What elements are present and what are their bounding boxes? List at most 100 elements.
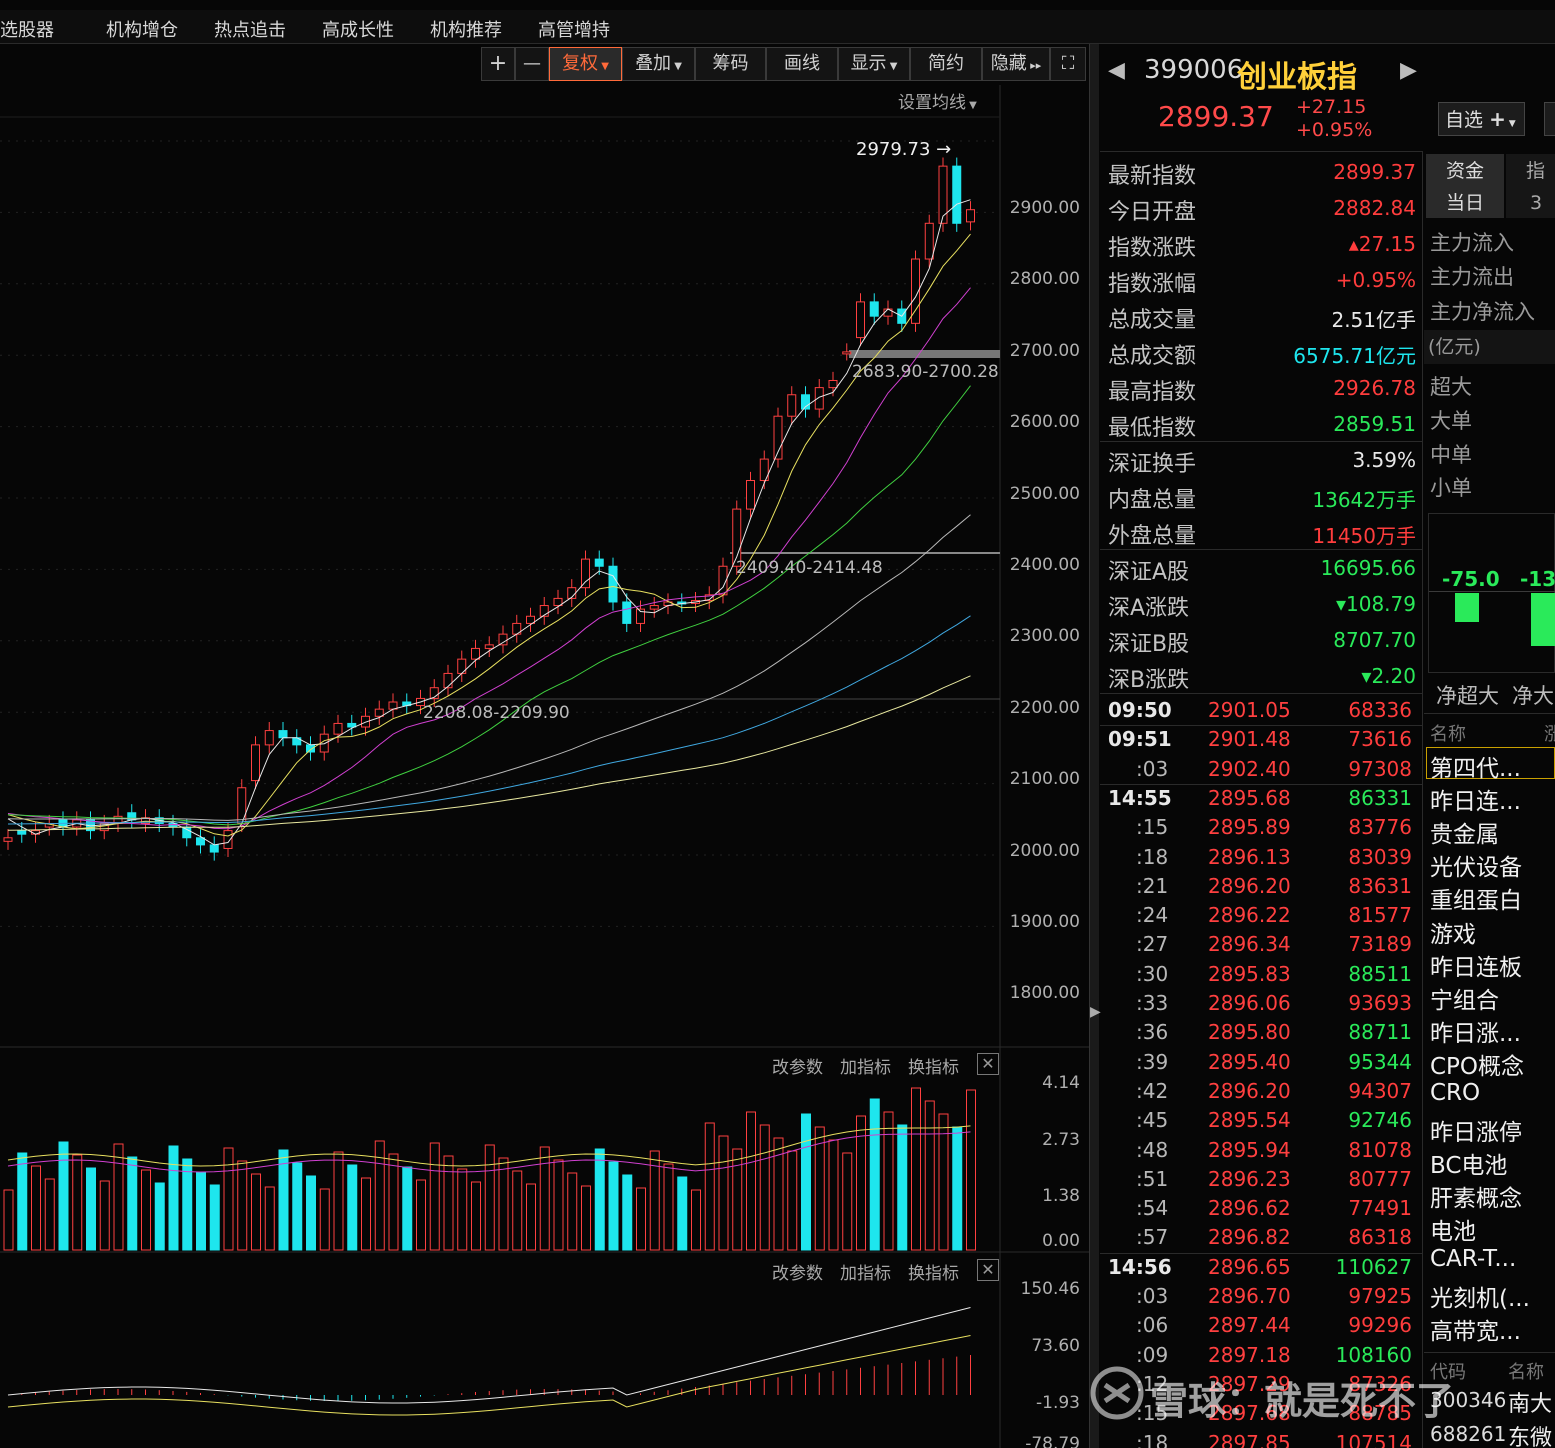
tab-3day[interactable]: 3日 <box>1506 188 1555 218</box>
sector-item[interactable]: CRO <box>1430 1080 1480 1106</box>
volume-bar <box>44 1178 55 1251</box>
tick-row[interactable]: :36 2895.80 88711 <box>1100 1018 1420 1047</box>
prev-stock-icon[interactable]: ◀ <box>1108 58 1125 83</box>
sector-item[interactable]: 光伏设备 <box>1430 848 1522 882</box>
tick-row[interactable]: :21 2896.20 83631 <box>1100 872 1420 901</box>
sector-item[interactable]: 昨日涨... <box>1430 1014 1521 1048</box>
kline-chart[interactable] <box>0 85 1090 1448</box>
more-button[interactable] <box>1544 102 1555 136</box>
tick-volume: 97308 <box>1348 756 1412 781</box>
tick-time: :21 <box>1136 873 1169 898</box>
tick-row[interactable]: :30 2895.83 88511 <box>1100 960 1420 989</box>
tick-row[interactable]: :06 2897.44 99296 <box>1100 1311 1420 1340</box>
sector-item[interactable]: 昨日涨停 <box>1430 1113 1522 1147</box>
vol-add-indicator[interactable]: 加指标 <box>840 1053 891 1078</box>
fuquan-button[interactable]: 复权 ▼ <box>549 47 622 81</box>
nav-item[interactable]: 选股器 <box>0 16 54 42</box>
macd-add-indicator[interactable]: 加指标 <box>840 1259 891 1284</box>
tick-time: :27 <box>1136 932 1169 957</box>
sector-item[interactable]: 宁组合 <box>1430 981 1499 1015</box>
tick-row[interactable]: :24 2896.22 81577 <box>1100 901 1420 930</box>
tab-index[interactable]: 指数 <box>1506 154 1555 188</box>
volume-bar <box>58 1141 69 1251</box>
macd-change-params[interactable]: 改参数 <box>772 1259 823 1284</box>
sector-header-name[interactable]: 名称 <box>1430 720 1466 746</box>
tick-row[interactable]: :33 2896.06 93693 <box>1100 989 1420 1018</box>
sector-item[interactable]: 昨日连板 <box>1430 948 1522 982</box>
sector-item[interactable]: 光刻机(... <box>1430 1279 1530 1313</box>
xianshi-button[interactable]: 显示 ▼ <box>838 47 910 81</box>
chouma-button[interactable]: 筹码 <box>695 47 766 81</box>
tick-row[interactable]: :42 2896.20 94307 <box>1100 1077 1420 1106</box>
tick-row[interactable]: :45 2895.54 92746 <box>1100 1106 1420 1135</box>
nav-item[interactable]: 机构推荐 <box>430 16 502 42</box>
panel-splitter[interactable] <box>1089 44 1099 1448</box>
nav-item[interactable]: 高成长性 <box>322 16 394 42</box>
sector-item[interactable]: 重组蛋白 <box>1430 881 1522 915</box>
fullscreen-icon[interactable]: ⛶ <box>1050 47 1086 81</box>
sector-item[interactable]: 高带宽... <box>1430 1312 1521 1346</box>
tick-row[interactable]: 09:50 2901.05 68336 <box>1100 696 1420 725</box>
close-icon[interactable]: ✕ <box>977 1259 999 1281</box>
tab-today[interactable]: 当日 <box>1426 188 1504 218</box>
tick-price: 2895.94 <box>1208 1137 1291 1162</box>
double-arrow-icon: ▸▸ <box>1026 59 1042 72</box>
tab-fund[interactable]: 资金 <box>1426 154 1504 188</box>
stock-name[interactable]: 南大 <box>1508 1386 1552 1418</box>
tick-row[interactable]: :39 2895.40 95344 <box>1100 1048 1420 1077</box>
info-label: 深证A股 <box>1108 560 1190 585</box>
tick-row[interactable]: 09:51 2901.48 73616 <box>1100 725 1420 754</box>
sector-item[interactable]: CPO概念 <box>1430 1047 1524 1081</box>
volume-bar <box>938 1113 949 1251</box>
macd-switch-indicator[interactable]: 换指标 <box>908 1259 959 1284</box>
nav-item[interactable]: 高管增持 <box>538 16 610 42</box>
add-watchlist-button[interactable]: 自选 + ▼ <box>1438 102 1525 136</box>
tick-price: 2902.40 <box>1208 756 1291 781</box>
volume-bar <box>608 1161 619 1251</box>
jianyue-button[interactable]: 简约 <box>910 47 982 81</box>
tick-row[interactable]: :54 2896.62 77491 <box>1100 1194 1420 1223</box>
sector-header-change[interactable]: 涨 <box>1544 720 1555 746</box>
tick-row[interactable]: :03 2896.70 97925 <box>1100 1282 1420 1311</box>
sector-item[interactable]: 第四代... <box>1430 749 1521 783</box>
sector-item[interactable]: 肝素概念 <box>1430 1179 1522 1213</box>
sector-item[interactable]: 昨日连... <box>1430 782 1521 816</box>
sector-item[interactable]: 电池 <box>1430 1212 1476 1246</box>
tick-row[interactable]: :27 2896.34 73189 <box>1100 930 1420 959</box>
volume-bar <box>237 1160 248 1251</box>
tick-row[interactable]: :18 2897.85 107514 <box>1100 1429 1420 1448</box>
next-stock-icon[interactable]: ▶ <box>1400 58 1417 83</box>
tick-row[interactable]: 14:56 2896.65 110627 <box>1100 1253 1420 1282</box>
tick-row[interactable]: 14:55 2895.68 86331 <box>1100 784 1420 813</box>
sector-item[interactable]: CAR-T... <box>1430 1246 1516 1272</box>
sector-item[interactable]: 游戏 <box>1430 915 1476 949</box>
yincang-button[interactable]: 隐藏 ▸▸ <box>982 47 1050 81</box>
nav-item[interactable]: 热点追击 <box>214 16 286 42</box>
nav-item[interactable]: 机构增仓 <box>106 16 178 42</box>
sector-item[interactable]: BC电池 <box>1430 1146 1507 1180</box>
vol-switch-indicator[interactable]: 换指标 <box>908 1053 959 1078</box>
tick-time: 09:50 <box>1108 698 1172 722</box>
volume-bar <box>746 1111 756 1251</box>
tick-row[interactable]: :03 2902.40 97308 <box>1100 755 1420 784</box>
stock-name[interactable]: 东微 <box>1508 1420 1552 1448</box>
huaxian-button[interactable]: 画线 <box>766 47 838 81</box>
tick-row[interactable]: :15 2895.89 83776 <box>1100 813 1420 842</box>
tick-row[interactable]: :48 2895.94 81078 <box>1100 1136 1420 1165</box>
stock-header-name[interactable]: 名称 <box>1508 1358 1544 1384</box>
close-icon[interactable]: ✕ <box>977 1053 999 1075</box>
vol-change-params[interactable]: 改参数 <box>772 1053 823 1078</box>
diejia-button[interactable]: 叠加 ▼ <box>622 47 695 81</box>
tick-row[interactable]: :57 2896.82 86318 <box>1100 1223 1420 1252</box>
tick-row[interactable]: :51 2896.23 80777 <box>1100 1165 1420 1194</box>
stock-code[interactable]: 688261 <box>1430 1422 1506 1446</box>
tick-row[interactable]: :18 2896.13 83039 <box>1100 843 1420 872</box>
zoom-in-button[interactable]: + <box>481 47 515 81</box>
price-axis-label: 2000.00 <box>1009 840 1080 861</box>
zoom-out-button[interactable]: — <box>515 47 549 81</box>
volume-bar <box>416 1179 426 1251</box>
dropdown-icon: ▼ <box>671 61 682 72</box>
dea-line <box>7 1335 971 1416</box>
sector-item[interactable]: 贵金属 <box>1430 815 1499 849</box>
candle-body <box>938 165 948 224</box>
